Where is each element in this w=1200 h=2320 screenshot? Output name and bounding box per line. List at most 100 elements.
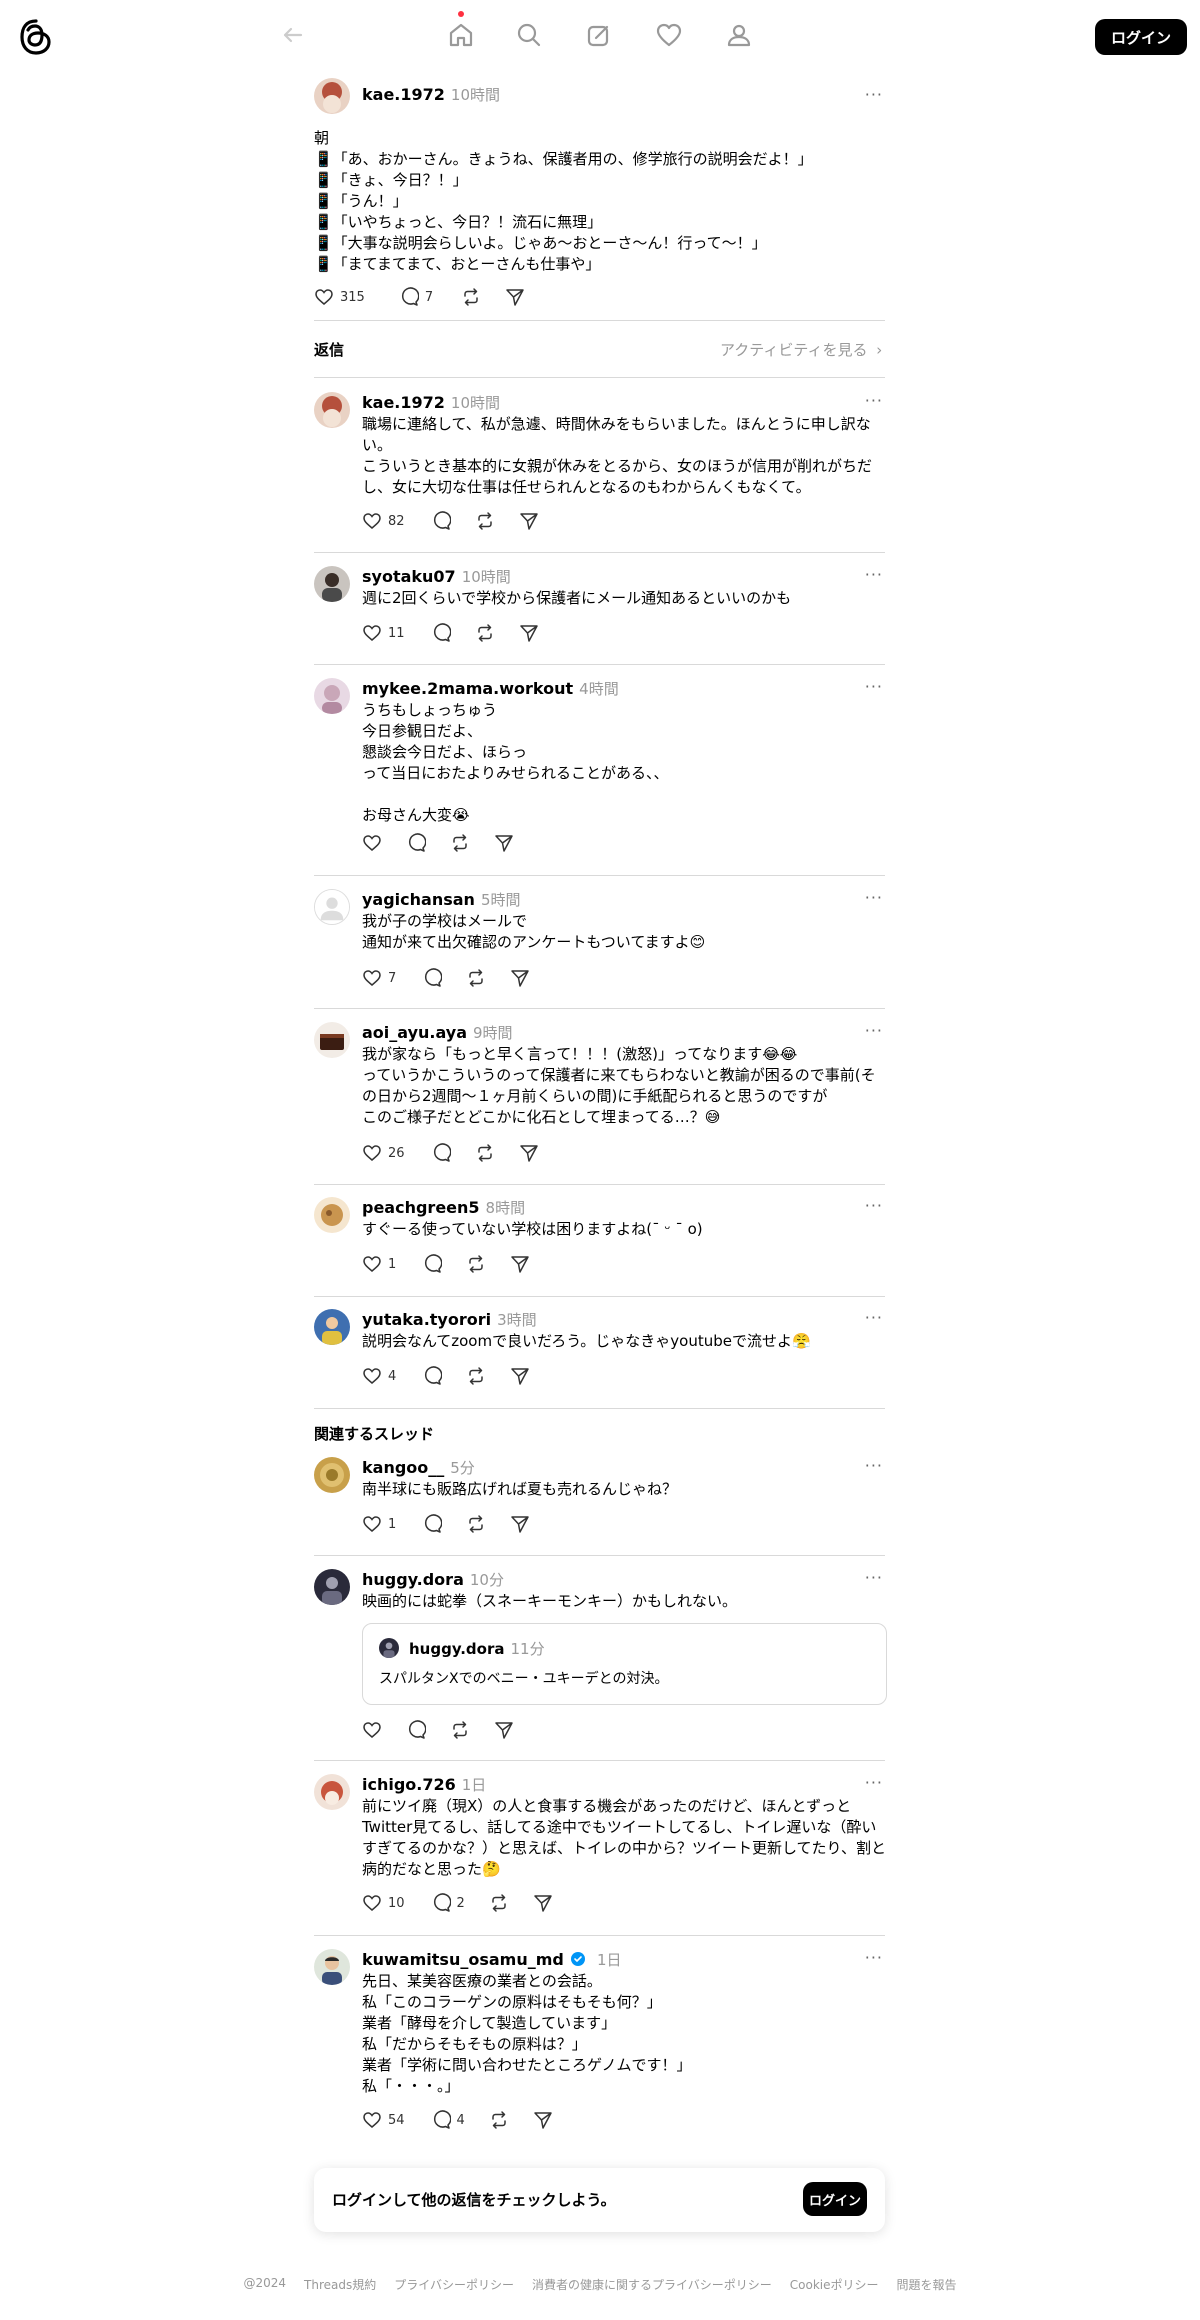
username-text[interactable]: syotaku07 <box>362 567 456 586</box>
activity-link-label[interactable]: アクティビティを見る <box>720 341 867 359</box>
like-button[interactable]: 54 <box>362 2110 405 2130</box>
username[interactable]: syotaku07 10時間 <box>362 566 511 588</box>
repost-button[interactable] <box>450 1720 470 1740</box>
more-icon[interactable]: ··· <box>865 678 883 696</box>
username[interactable]: yagichansan 5時間 <box>362 889 520 911</box>
footer-privacy-link[interactable]: プライバシーポリシー <box>394 2276 514 2293</box>
username-text[interactable]: peachgreen5 <box>362 1198 480 1217</box>
avatar[interactable] <box>314 678 350 714</box>
login-prompt-button[interactable]: ログイン <box>803 2182 867 2216</box>
like-button[interactable]: 82 <box>362 511 405 531</box>
like-button[interactable]: 4 <box>362 1366 396 1386</box>
repost-button[interactable] <box>466 1366 486 1386</box>
repost-button[interactable] <box>466 1254 486 1274</box>
like-button[interactable]: 10 <box>362 1893 405 1913</box>
username[interactable]: ichigo.726 1日 <box>362 1774 486 1796</box>
repost-button[interactable] <box>489 1893 509 1913</box>
home-icon[interactable] <box>444 18 478 52</box>
avatar[interactable] <box>314 392 350 428</box>
avatar[interactable] <box>314 1569 350 1605</box>
username-text[interactable]: kae.1972 <box>362 85 445 104</box>
username[interactable]: peachgreen5 8時間 <box>362 1197 525 1219</box>
more-icon[interactable]: ··· <box>865 1022 883 1040</box>
repost-button[interactable] <box>466 968 486 988</box>
username[interactable]: kangoo__ 5分 <box>362 1457 475 1479</box>
username-text[interactable]: yagichansan <box>362 890 475 909</box>
avatar[interactable] <box>314 78 350 114</box>
footer-report-link[interactable]: 問題を報告 <box>897 2276 957 2293</box>
share-button[interactable] <box>505 287 525 307</box>
repost-button[interactable] <box>461 287 481 307</box>
username[interactable]: huggy.dora 10分 <box>362 1569 504 1591</box>
avatar[interactable] <box>314 889 350 925</box>
username-text[interactable]: kangoo__ <box>362 1458 444 1477</box>
username[interactable]: mykee.2mama.workout 4時間 <box>362 678 619 700</box>
share-button[interactable] <box>519 511 539 531</box>
threads-logo-icon[interactable] <box>18 18 54 56</box>
back-arrow-icon[interactable] <box>276 18 310 52</box>
more-icon[interactable]: ··· <box>865 889 883 907</box>
like-button[interactable] <box>362 833 382 853</box>
profile-icon[interactable] <box>722 18 756 52</box>
share-button[interactable] <box>494 1720 514 1740</box>
share-button[interactable] <box>510 1254 530 1274</box>
like-button[interactable]: 1 <box>362 1254 396 1274</box>
login-button[interactable]: ログイン <box>1095 19 1187 55</box>
avatar[interactable] <box>314 1197 350 1233</box>
repost-button[interactable] <box>475 623 495 643</box>
username-text[interactable]: yutaka.tyorori <box>362 1310 491 1329</box>
comment-button[interactable] <box>406 833 426 853</box>
like-button[interactable]: 11 <box>362 623 405 643</box>
comment-button[interactable] <box>406 1720 426 1740</box>
compose-icon[interactable] <box>582 18 616 52</box>
avatar[interactable] <box>314 1774 350 1810</box>
footer-health-privacy-link[interactable]: 消費者の健康に関するプライバシーポリシー <box>532 2276 772 2293</box>
share-button[interactable] <box>494 833 514 853</box>
footer-cookie-link[interactable]: Cookieポリシー <box>790 2276 879 2293</box>
username[interactable]: yutaka.tyorori 3時間 <box>362 1309 537 1331</box>
like-button[interactable]: 1 <box>362 1514 396 1534</box>
comment-button[interactable] <box>431 511 451 531</box>
like-button[interactable]: 315 <box>314 287 365 307</box>
repost-button[interactable] <box>475 511 495 531</box>
username-text[interactable]: mykee.2mama.workout <box>362 679 573 698</box>
more-icon[interactable]: ··· <box>865 1774 883 1792</box>
username-text[interactable]: kae.1972 <box>362 393 445 412</box>
repost-button[interactable] <box>466 1514 486 1534</box>
comment-button[interactable] <box>431 1143 451 1163</box>
username-text[interactable]: huggy.dora <box>362 1570 464 1589</box>
share-button[interactable] <box>510 968 530 988</box>
more-icon[interactable]: ··· <box>865 1309 883 1327</box>
more-icon[interactable]: ··· <box>865 392 883 410</box>
share-button[interactable] <box>519 1143 539 1163</box>
heart-icon[interactable] <box>652 18 686 52</box>
username[interactable]: kae.1972 10時間 <box>362 392 500 414</box>
comment-button[interactable]: 4 <box>431 2110 465 2130</box>
more-icon[interactable]: ··· <box>865 1457 883 1475</box>
more-icon[interactable]: ··· <box>865 566 883 584</box>
more-icon[interactable]: ··· <box>865 86 883 104</box>
comment-button[interactable]: 7 <box>399 287 433 307</box>
quoted-post[interactable]: huggy.dora 11分 スパルタンXでのベニー・ユキーデとの対決。 <box>362 1623 887 1705</box>
like-button[interactable] <box>362 1720 382 1740</box>
avatar[interactable] <box>314 1022 350 1058</box>
search-icon[interactable] <box>512 18 546 52</box>
share-button[interactable] <box>533 1893 553 1913</box>
like-button[interactable]: 26 <box>362 1143 405 1163</box>
comment-button[interactable] <box>431 623 451 643</box>
footer-terms-link[interactable]: Threads規約 <box>304 2276 376 2293</box>
more-icon[interactable]: ··· <box>865 1949 883 1967</box>
username-text[interactable]: kuwamitsu_osamu_md <box>362 1950 564 1969</box>
activity-link[interactable]: アクティビティを見る › <box>720 339 882 360</box>
username[interactable]: kae.1972 10時間 <box>362 84 500 106</box>
share-button[interactable] <box>510 1366 530 1386</box>
repost-button[interactable] <box>450 833 470 853</box>
like-button[interactable]: 7 <box>362 968 396 988</box>
repost-button[interactable] <box>489 2110 509 2130</box>
repost-button[interactable] <box>475 1143 495 1163</box>
share-button[interactable] <box>519 623 539 643</box>
avatar[interactable] <box>314 1309 350 1345</box>
username-text[interactable]: aoi_ayu.aya <box>362 1023 467 1042</box>
comment-button[interactable]: 2 <box>431 1893 465 1913</box>
more-icon[interactable]: ··· <box>865 1197 883 1215</box>
